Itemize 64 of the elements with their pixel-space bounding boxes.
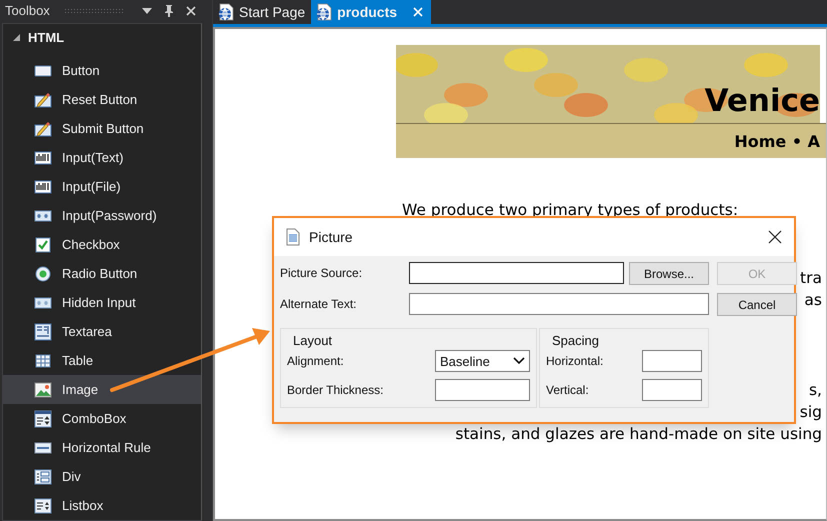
pencil-icon <box>34 120 52 138</box>
close-icon[interactable] <box>768 230 782 244</box>
toolbox-item[interactable]: Radio Button <box>3 259 201 288</box>
dialog-button[interactable]: Cancel <box>717 293 797 316</box>
group-header[interactable]: HTML <box>28 30 64 44</box>
body-text: tra <box>800 268 822 289</box>
web-page-icon <box>217 3 235 21</box>
div-icon <box>34 468 52 486</box>
document-tab[interactable]: Start Page <box>213 0 312 24</box>
toolbox-item[interactable]: Input(Password) <box>3 201 201 230</box>
toolbox-item[interactable]: Checkbox <box>3 230 201 259</box>
input-field[interactable] <box>642 379 702 401</box>
document-tab[interactable]: products <box>311 0 432 24</box>
document-icon <box>286 228 300 246</box>
toolbox-item[interactable]: Listbox <box>3 491 201 520</box>
field-label: Border Thickness: <box>287 383 384 397</box>
field-label: Alignment: <box>287 354 345 368</box>
body-text: sig <box>800 402 822 423</box>
toolbox-item[interactable]: ComboBox <box>3 404 201 433</box>
body-text: s, <box>808 380 822 401</box>
toolbox-item[interactable]: Reset Button <box>3 85 201 114</box>
listbox-icon <box>34 496 52 514</box>
pin-icon[interactable] <box>164 4 174 16</box>
textarea-icon <box>34 322 52 340</box>
text-field-icon <box>34 178 52 196</box>
toolbox-item[interactable]: Input(File) <box>3 172 201 201</box>
input-field[interactable] <box>435 379 530 401</box>
toolbox-item[interactable]: Image <box>3 375 201 404</box>
dropdown-icon[interactable] <box>142 8 152 14</box>
table-icon <box>34 352 52 370</box>
group-title: Spacing <box>552 333 600 348</box>
toolbox-item[interactable]: Hidden Input <box>3 288 201 317</box>
nav-links[interactable]: Home • A <box>734 132 820 150</box>
body-text: We produce two primary types of products: <box>402 201 740 221</box>
web-page-icon <box>315 3 334 21</box>
alignment-dropdown[interactable]: Baseline <box>435 350 530 372</box>
toolbox-item[interactable]: Textarea <box>3 317 201 346</box>
text-field-icon <box>34 148 52 166</box>
radio-icon <box>34 264 52 282</box>
panel-title: Toolbox <box>5 3 50 18</box>
input-field[interactable] <box>642 350 702 372</box>
toolbox-item[interactable]: Horizontal Rule <box>3 433 201 462</box>
toolbox-item[interactable]: Submit Button <box>3 114 201 143</box>
input-field[interactable] <box>409 293 709 315</box>
field-label: Vertical: <box>546 383 590 397</box>
chevron-down-icon <box>513 357 525 365</box>
toolbox-item[interactable]: Input(Text) <box>3 143 201 172</box>
field-label: Alternate Text: <box>280 296 358 311</box>
toolbox-item[interactable]: Div <box>3 462 201 491</box>
dialog-title: Picture <box>309 229 354 245</box>
field-label: Picture Source: <box>280 265 364 280</box>
group-title: Layout <box>293 333 334 348</box>
toolbox-item[interactable]: Button <box>3 56 201 85</box>
body-text: as <box>804 290 822 311</box>
body-text: stains, and glazes are hand-made on site using <box>455 424 822 445</box>
toolbox-item[interactable]: Table <box>3 346 201 375</box>
field-label: Horizontal: <box>546 354 604 368</box>
checkbox-icon <box>34 236 52 254</box>
input-field[interactable] <box>409 262 624 284</box>
pencil-icon <box>34 90 52 108</box>
dialog-button[interactable]: Browse... <box>629 262 709 285</box>
image-icon <box>34 380 52 398</box>
combobox-icon <box>34 410 52 428</box>
site-title: Venice <box>704 83 820 119</box>
